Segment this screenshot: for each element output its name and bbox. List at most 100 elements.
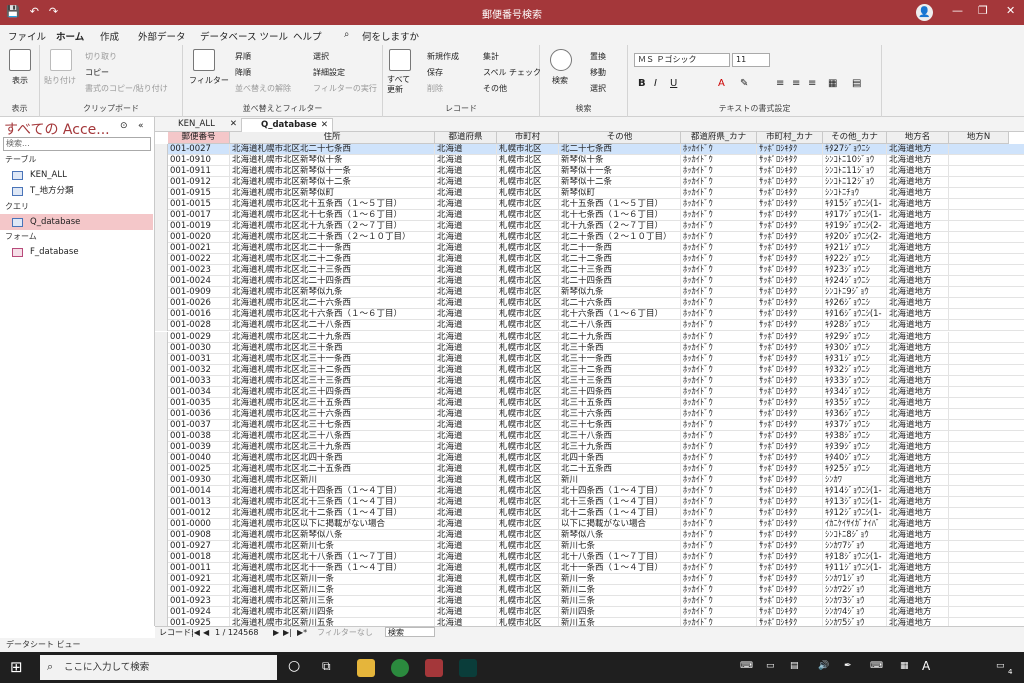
record-selector[interactable] (155, 596, 168, 608)
table-cell[interactable]: 新川二条 (559, 585, 681, 597)
table-cell[interactable]: 001-0922 (168, 585, 230, 597)
table-cell[interactable]: ｻｯﾎﾟﾛｼｷﾀｸ (757, 199, 823, 211)
table-cell[interactable]: 001-0927 (168, 541, 230, 553)
maximize-button[interactable]: ❐ (978, 4, 988, 17)
table-cell[interactable]: 001-0026 (168, 298, 230, 310)
table-row[interactable]: 001-0026 北海道札幌市北区北二十六条西 北海道 札幌市北区 北二十六条西 ﾎｯｶｲ… (155, 298, 1024, 310)
table-cell[interactable]: 北海道 (435, 364, 497, 376)
table-cell[interactable]: 札幌市北区 (497, 155, 559, 167)
record-selector[interactable] (155, 199, 168, 211)
table-cell[interactable]: 新川三条 (559, 596, 681, 608)
view-button[interactable]: 表示 (12, 75, 28, 86)
refresh-all-button[interactable]: すべて 更新 (387, 75, 410, 95)
table-cell[interactable]: 新川 (559, 474, 681, 486)
table-cell[interactable]: 001-0925 (168, 618, 230, 626)
table-row[interactable]: 001-0925 北海道札幌市北区新川五条 北海道 札幌市北区 新川五条 ﾎｯｶｲﾄﾞｳｻ… (155, 618, 1024, 626)
table-cell[interactable]: ﾎｯｶｲﾄﾞｳ (681, 166, 757, 178)
table-cell[interactable]: 001-0910 (168, 155, 230, 167)
tab-file[interactable]: ファイル (8, 29, 46, 43)
table-cell[interactable]: 北三十三条西 (559, 375, 681, 387)
table-cell[interactable]: ﾎｯｶｲﾄﾞｳ (681, 210, 757, 222)
underline-button[interactable]: U (670, 78, 677, 89)
table-cell[interactable]: 北海道地方 (887, 485, 949, 497)
ime-icon[interactable]: ▦ (900, 661, 909, 671)
table-cell[interactable]: 北海道地方 (887, 408, 949, 420)
table-cell[interactable]: 札幌市北区 (497, 507, 559, 519)
table-cell[interactable]: ｷﾀ25ｼﾞｮｳﾆｼ (823, 463, 887, 475)
table-cell[interactable]: 北海道地方 (887, 507, 949, 519)
file-explorer-icon[interactable] (357, 659, 375, 677)
table-row[interactable]: 001-0000 北海道札幌市北区以下に掲載がない場合 北海道 札幌市北区 以下に掲載が… (155, 519, 1024, 531)
table-cell[interactable]: 北海道 (435, 342, 497, 354)
table-row[interactable]: 001-0924 北海道札幌市北区新川四条 北海道 札幌市北区 新川四条 ﾎｯｶｲﾄﾞｳｻ… (155, 607, 1024, 619)
table-row[interactable]: 001-0027 北海道札幌市北区北二十七条西 北海道 札幌市北区 北二十七条西 ﾎｯｶｲ… (155, 144, 1024, 155)
record-selector[interactable] (155, 353, 168, 365)
table-cell[interactable]: 北海道 (435, 618, 497, 626)
table-cell[interactable]: ｷﾀ34ｼﾞｮｳﾆｼ (823, 386, 887, 398)
table-cell[interactable]: 001-0039 (168, 441, 230, 453)
table-cell[interactable]: 北海道 (435, 254, 497, 266)
table-cell[interactable]: 北海道地方 (887, 496, 949, 508)
table-cell[interactable]: 札幌市北区 (497, 574, 559, 586)
table-cell[interactable]: 北海道 (435, 353, 497, 365)
table-cell[interactable]: ﾎｯｶｲﾄﾞｳ (681, 552, 757, 564)
table-cell[interactable]: 北海道地方 (887, 353, 949, 365)
task-view-icon[interactable]: ⧉ (322, 659, 331, 674)
record-selector[interactable] (155, 496, 168, 508)
table-cell[interactable]: 北海道地方 (887, 188, 949, 200)
table-cell[interactable]: 北海道札幌市北区北三十条西 (230, 342, 435, 354)
table-cell[interactable]: 北二十五条西 (559, 463, 681, 475)
table-cell[interactable]: 001-0915 (168, 188, 230, 200)
record-selector[interactable] (155, 254, 168, 266)
record-selector[interactable] (155, 298, 168, 310)
table-cell[interactable]: 北海道札幌市北区新琴似十一条 (230, 166, 435, 178)
nav-collapse-icon[interactable]: « (138, 121, 144, 131)
table-cell[interactable]: 北海道地方 (887, 397, 949, 409)
table-cell[interactable]: 北海道札幌市北区北三十八条西 (230, 430, 435, 442)
table-cell[interactable]: 北三十七条西 (559, 419, 681, 431)
bold-button[interactable]: B (638, 78, 646, 89)
volume-icon[interactable]: 🔊 (818, 661, 829, 671)
table-cell[interactable]: 001-0038 (168, 430, 230, 442)
table-cell[interactable]: 北海道地方 (887, 441, 949, 453)
table-cell[interactable]: 001-0022 (168, 254, 230, 266)
table-cell[interactable]: 001-0034 (168, 386, 230, 398)
table-cell[interactable]: 札幌市北区 (497, 496, 559, 508)
font-color-button[interactable]: A (718, 78, 725, 89)
access-icon[interactable] (425, 659, 443, 677)
table-cell[interactable]: 札幌市北区 (497, 474, 559, 486)
record-selector[interactable] (155, 342, 168, 354)
nav-header[interactable]: すべての Acce... (4, 119, 110, 139)
highlight-button[interactable]: ✎ (740, 78, 748, 89)
table-cell[interactable]: ｻｯﾎﾟﾛｼｷﾀｸ (757, 386, 823, 398)
table-cell[interactable]: 北海道札幌市北区北十八条西（１～７丁目） (230, 552, 435, 564)
table-row[interactable]: 001-0029 北海道札幌市北区北二十九条西 北海道 札幌市北区 北二十九条西 ﾎｯｶｲ… (155, 331, 1024, 343)
table-cell[interactable]: 札幌市北区 (497, 618, 559, 626)
record-selector[interactable] (155, 320, 168, 332)
table-cell[interactable]: 001-0911 (168, 166, 230, 178)
record-selector[interactable] (155, 408, 168, 420)
table-cell[interactable]: ﾎｯｶｲﾄﾞｳ (681, 519, 757, 531)
table-cell[interactable]: 北三十六条西 (559, 408, 681, 420)
table-cell[interactable]: 北十二条西（１～４丁目） (559, 507, 681, 519)
alt-row-color-button[interactable]: ▤ (852, 78, 861, 89)
network-icon[interactable]: ▤ (790, 661, 799, 671)
ime-mode[interactable]: A (922, 659, 930, 673)
table-cell[interactable]: ﾎｯｶｲﾄﾞｳ (681, 485, 757, 497)
table-cell[interactable]: ｷﾀ31ｼﾞｮｳﾆｼ (823, 353, 887, 365)
table-cell[interactable]: ｻｯﾎﾟﾛｼｷﾀｸ (757, 298, 823, 310)
table-cell[interactable]: 001-0924 (168, 607, 230, 619)
table-cell[interactable]: 北海道 (435, 210, 497, 222)
record-selector[interactable] (155, 221, 168, 233)
table-cell[interactable]: ﾎｯｶｲﾄﾞｳ (681, 155, 757, 167)
table-cell[interactable]: ﾎｯｶｲﾄﾞｳ (681, 254, 757, 266)
table-cell[interactable]: 北海道 (435, 320, 497, 332)
table-row[interactable]: 001-0915 北海道札幌市北区新琴似町 北海道 札幌市北区 新琴似町 ﾎｯｶｲﾄﾞｳｻ… (155, 188, 1024, 200)
table-cell[interactable]: 新琴似町 (559, 188, 681, 200)
table-cell[interactable]: ｷﾀ24ｼﾞｮｳﾆｼ (823, 276, 887, 288)
table-cell[interactable]: 北海道地方 (887, 430, 949, 442)
table-cell[interactable]: 札幌市北区 (497, 342, 559, 354)
table-cell[interactable]: ﾎｯｶｲﾄﾞｳ (681, 574, 757, 586)
column-header[interactable]: 地方名 (887, 132, 949, 144)
column-header[interactable]: その他_カナ (823, 132, 887, 144)
